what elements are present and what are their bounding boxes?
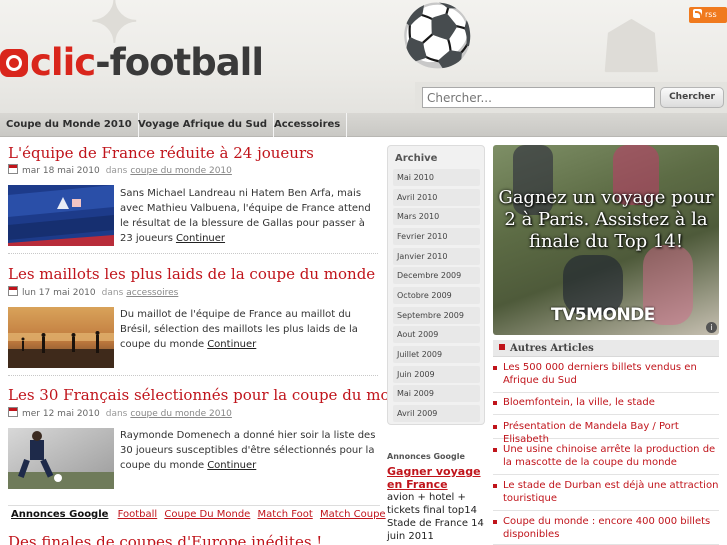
tv5monde-logo: TV5MONDE (551, 305, 655, 325)
bullet-icon (493, 520, 497, 524)
ad-text: avion + hotel + tickets final top14 Stad… (387, 492, 484, 542)
archive-link[interactable]: Fevrier 2010 (393, 228, 480, 245)
ad-link-match-foot[interactable]: Match Foot (258, 509, 313, 520)
header-background-decoration: ⚽ (400, 1, 475, 71)
rss-icon (693, 9, 702, 18)
archive-link[interactable]: Octobre 2009 (393, 287, 480, 304)
post-category-link[interactable]: accessoires (126, 288, 178, 298)
post-title[interactable]: Les 30 Français sélectionnés pour la cou… (8, 386, 418, 404)
google-ads-bar: Annonces Google Football Coupe Du Monde … (8, 505, 386, 523)
post-date: mer 12 mai 2010 (22, 409, 100, 419)
search-input[interactable] (422, 87, 655, 108)
search-button[interactable]: Chercher (660, 87, 724, 108)
post-category-link[interactable]: coupe du monde 2010 (130, 166, 232, 176)
logo-text: clic-football (30, 41, 264, 84)
archive-link[interactable]: Mai 2010 (393, 169, 480, 186)
archive-link[interactable]: Avril 2009 (393, 405, 480, 422)
post-excerpt: Sans Michael Landreau ni Hatem Ben Arfa,… (120, 188, 371, 244)
nav-item-voyage[interactable]: Voyage Afrique du Sud (132, 113, 274, 137)
site-logo[interactable]: clic-football (0, 41, 264, 84)
archive-widget: Archive Mai 2010 Avril 2010 Mars 2010 Fe… (387, 145, 485, 425)
bullet-icon (493, 401, 497, 405)
square-bullet-icon (499, 344, 505, 350)
continue-link[interactable]: Continuer (207, 339, 256, 350)
logo-badge-icon (0, 49, 28, 77)
nav-item-coupe-du-monde[interactable]: Coupe du Monde 2010 (0, 113, 139, 137)
post-title[interactable]: Des finales de coupes d'Europe inédites … (8, 533, 322, 545)
continue-link[interactable]: Continuer (176, 233, 225, 244)
header-background-decoration: ☗ (600, 5, 663, 88)
post-category-prefix: dans (101, 288, 124, 298)
archive-link[interactable]: Juillet 2009 (393, 346, 480, 363)
rss-link[interactable]: rss (689, 7, 727, 23)
post-thumbnail-beach[interactable] (8, 307, 114, 368)
post-divider (8, 375, 378, 376)
main-navigation: Coupe du Monde 2010 Voyage Afrique du Su… (0, 113, 727, 137)
post-category-prefix: dans (105, 166, 128, 176)
continue-link[interactable]: Continuer (207, 460, 256, 471)
archive-title: Archive (395, 153, 438, 164)
bullet-icon (493, 425, 497, 429)
archive-link[interactable]: Janvier 2010 (393, 248, 480, 265)
promo-banner[interactable]: Gagnez un voyage pour 2 à Paris. Assiste… (493, 145, 719, 335)
archive-link[interactable]: Juin 2009 (393, 366, 480, 383)
ad-link-match-coupe[interactable]: Match Coupe (320, 509, 386, 520)
post-category-prefix: dans (105, 409, 128, 419)
post-title[interactable]: L'équipe de France réduite à 24 joueurs (8, 144, 314, 162)
other-article-link[interactable]: Coupe du monde : encore 400 000 billets … (493, 515, 719, 545)
promo-text: Gagnez un voyage pour 2 à Paris. Assiste… (498, 187, 714, 252)
other-article-link[interactable]: Bloemfontein, la ville, le stade (493, 396, 719, 415)
info-icon[interactable]: i (706, 322, 717, 333)
calendar-icon (8, 164, 18, 174)
google-ads-sidebar: Annonces Google Gagner voyage en France … (387, 452, 485, 543)
post-divider (8, 253, 378, 254)
rss-label: rss (705, 10, 717, 19)
post-meta: lun 17 mai 2010 dans accessoires (8, 286, 178, 298)
post-thumbnail-player[interactable] (8, 428, 114, 489)
bullet-icon (493, 484, 497, 488)
post-meta: mar 18 mai 2010 dans coupe du monde 2010 (8, 164, 232, 176)
archive-link[interactable]: Mai 2009 (393, 385, 480, 402)
post-excerpt: Raymonde Domenech a donné hier soir la l… (120, 430, 376, 471)
ad-link-football[interactable]: Football (118, 509, 158, 520)
post-meta: mer 12 mai 2010 dans coupe du monde 2010 (8, 407, 232, 419)
other-article-link[interactable]: Présentation de Mandela Bay / Port Elisa… (493, 420, 719, 445)
other-article-link[interactable]: Les 500 000 derniers billets vendus en A… (493, 361, 719, 393)
post-category-link[interactable]: coupe du monde 2010 (130, 409, 232, 419)
post-date: mar 18 mai 2010 (22, 166, 100, 176)
archive-link[interactable]: Aout 2009 (393, 326, 480, 343)
calendar-icon (8, 286, 18, 296)
archive-link[interactable]: Septembre 2009 (393, 307, 480, 324)
bullet-icon (493, 448, 497, 452)
other-articles-heading: Autres Articles (493, 340, 719, 357)
archive-link[interactable]: Decembre 2009 (393, 267, 480, 284)
ads-title: Annonces Google (387, 452, 465, 461)
archive-link[interactable]: Avril 2010 (393, 189, 480, 206)
bullet-icon (493, 366, 497, 370)
post-excerpt: Du maillot de l'équipe de France au mail… (120, 309, 358, 350)
other-article-link[interactable]: Le stade de Durban est déjà une attracti… (493, 479, 719, 511)
nav-item-accessoires[interactable]: Accessoires (268, 113, 348, 137)
calendar-icon (8, 407, 18, 417)
post-thumbnail-jersey[interactable] (8, 185, 114, 246)
ad-link-coupe-du-monde[interactable]: Coupe Du Monde (164, 509, 250, 520)
ad-link-gagner-voyage[interactable]: Gagner voyage en France (387, 465, 485, 491)
other-article-link[interactable]: Une usine chinoise arrête la production … (493, 443, 719, 475)
post-date: lun 17 mai 2010 (22, 288, 96, 298)
archive-link[interactable]: Mars 2010 (393, 208, 480, 225)
post-title[interactable]: Les maillots les plus laids de la coupe … (8, 265, 375, 283)
ads-label[interactable]: Annonces Google (11, 509, 108, 520)
